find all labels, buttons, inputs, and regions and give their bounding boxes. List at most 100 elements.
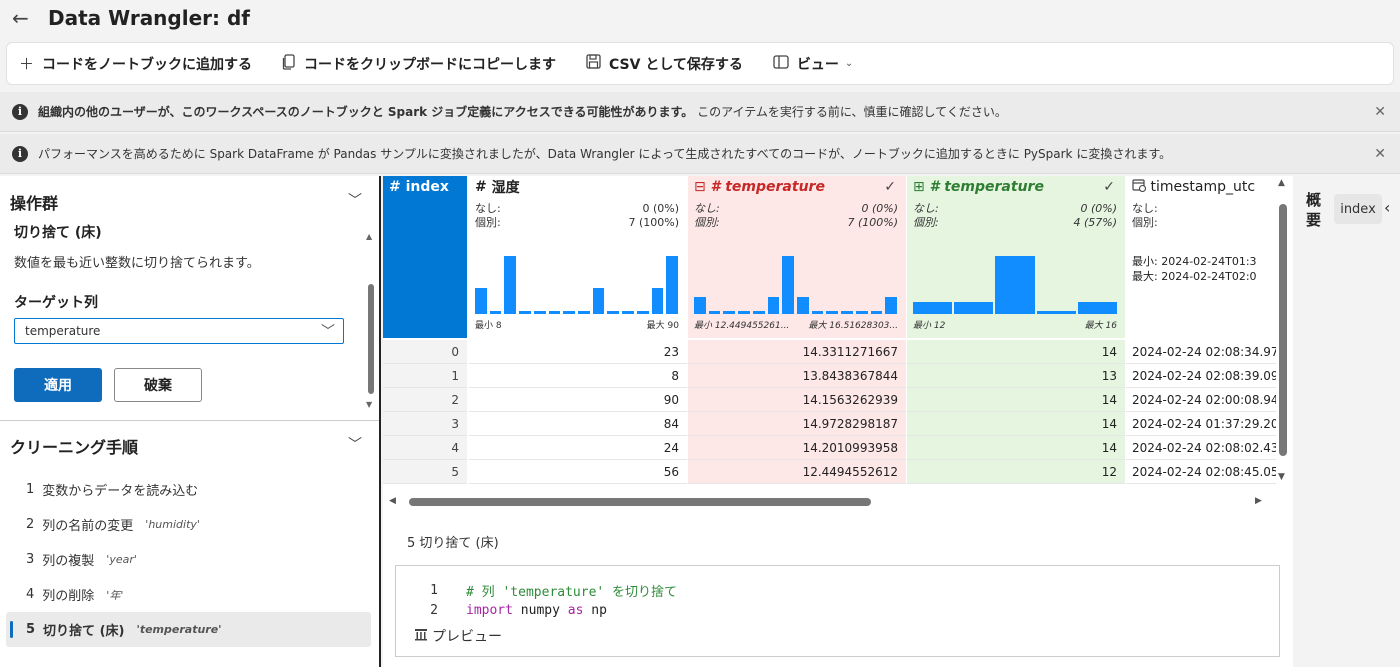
histogram-bar[interactable]	[607, 311, 620, 314]
cleaning-step[interactable]: 4 列の削除 '年'	[0, 577, 379, 612]
histogram-bar[interactable]	[738, 311, 750, 314]
histogram-bar[interactable]	[811, 311, 824, 314]
scroll-right-icon[interactable]: ▶	[1255, 496, 1262, 506]
histogram-bar[interactable]	[797, 296, 809, 314]
add-code-button[interactable]: ＋ コードをノートブックに追加する	[19, 53, 252, 74]
table-cell[interactable]: 56	[469, 460, 687, 484]
histogram-bar[interactable]	[694, 296, 706, 314]
close-icon[interactable]: ✕	[1374, 146, 1386, 162]
table-cell[interactable]: 2024-02-24 02:08:45.057	[1126, 460, 1276, 484]
scrollbar-thumb[interactable]	[409, 498, 871, 506]
apply-button[interactable]: 適用	[14, 368, 102, 402]
table-cell[interactable]: 14.3311271667	[688, 340, 906, 364]
target-column-select[interactable]: temperature ﹀	[14, 318, 344, 344]
histogram-bar[interactable]	[592, 287, 605, 314]
table-cell[interactable]: 12	[907, 460, 1125, 484]
histogram-bar[interactable]	[954, 302, 994, 314]
histogram[interactable]	[913, 252, 1119, 314]
histogram-bar[interactable]	[651, 287, 664, 314]
operations-scrollbar[interactable]: ▲ ▼	[366, 232, 376, 410]
histogram-bar[interactable]	[548, 311, 561, 314]
grid-vertical-scrollbar[interactable]: ▲ ▼	[1276, 178, 1290, 488]
chevron-down-icon[interactable]: ﹀	[348, 190, 362, 210]
histogram-bar[interactable]	[885, 296, 897, 314]
histogram-bar[interactable]	[708, 311, 721, 314]
preview-button[interactable]: プレビュー	[414, 626, 502, 646]
histogram-bar[interactable]	[841, 311, 853, 314]
scroll-up-icon[interactable]: ▲	[366, 232, 372, 241]
table-cell[interactable]: 23	[469, 340, 687, 364]
table-cell[interactable]: 24	[469, 436, 687, 460]
scroll-left-icon[interactable]: ◀	[389, 496, 396, 506]
view-menu-button[interactable]: ビュー ⌄	[773, 54, 853, 74]
histogram-bar[interactable]	[870, 311, 883, 314]
table-cell[interactable]: 14	[907, 340, 1125, 364]
table-cell[interactable]: 0	[383, 340, 467, 364]
histogram-bar[interactable]	[913, 302, 953, 314]
histogram-bar[interactable]	[666, 256, 678, 314]
chevron-down-icon[interactable]: ﹀	[348, 434, 362, 454]
histogram-bar[interactable]	[636, 311, 649, 314]
histogram-bar[interactable]	[1036, 311, 1076, 314]
table-cell[interactable]: 8	[469, 364, 687, 388]
histogram-bar[interactable]	[489, 311, 502, 314]
code-editor[interactable]: 1 # 列 'temperature' を切り捨て 2 import numpy…	[395, 565, 1280, 657]
histogram-bar[interactable]	[995, 256, 1035, 314]
table-cell[interactable]: 84	[469, 412, 687, 436]
table-cell[interactable]: 14.1563262939	[688, 388, 906, 412]
discard-button[interactable]: 破棄	[114, 368, 202, 402]
table-cell[interactable]: 14	[907, 388, 1125, 412]
histogram-bar[interactable]	[622, 311, 634, 314]
table-cell[interactable]: 2024-02-24 01:37:29.201	[1126, 412, 1276, 436]
scroll-down-icon[interactable]: ▼	[366, 400, 372, 409]
column-header-temperature-new[interactable]: ⊞ # temperature ✓	[907, 176, 1125, 198]
cleaning-step[interactable]: 1 変数からデータを読み込む	[0, 472, 379, 507]
column-header-humidity[interactable]: # 湿度	[469, 176, 687, 198]
column-header-temperature-old[interactable]: ⊟ # temperature ✓	[688, 176, 906, 198]
table-cell[interactable]: 14.2010993958	[688, 436, 906, 460]
histogram-bar[interactable]	[782, 256, 794, 314]
grid-horizontal-scrollbar[interactable]: ◀ ▶	[383, 494, 1293, 510]
column-header-index[interactable]: # index	[383, 176, 467, 198]
scroll-down-icon[interactable]: ▼	[1278, 472, 1285, 482]
table-cell[interactable]: 4	[383, 436, 467, 460]
save-csv-button[interactable]: CSV として保存する	[586, 54, 743, 74]
table-cell[interactable]: 5	[383, 460, 467, 484]
cleaning-step-active[interactable]: 5 切り捨て (床) 'temperature'	[6, 612, 371, 647]
table-cell[interactable]: 90	[469, 388, 687, 412]
histogram-bar[interactable]	[504, 256, 517, 314]
table-cell[interactable]: 2024-02-24 02:08:02.430	[1126, 436, 1276, 460]
table-cell[interactable]: 2024-02-24 02:00:08.943	[1126, 388, 1276, 412]
table-cell[interactable]: 2	[383, 388, 467, 412]
histogram[interactable]	[694, 252, 900, 314]
histogram-bar[interactable]	[723, 311, 736, 314]
table-cell[interactable]: 14	[907, 412, 1125, 436]
table-cell[interactable]: 14.9728298187	[688, 412, 906, 436]
table-cell[interactable]: 2024-02-24 02:08:39.090	[1126, 364, 1276, 388]
table-cell[interactable]: 12.4494552612	[688, 460, 906, 484]
table-cell[interactable]: 13.8438367844	[688, 364, 906, 388]
scrollbar-thumb[interactable]	[1279, 204, 1287, 456]
table-cell[interactable]: 2024-02-24 02:08:34.976	[1126, 340, 1276, 364]
table-cell[interactable]: 13	[907, 364, 1125, 388]
histogram-bar[interactable]	[1077, 302, 1117, 314]
histogram-bar[interactable]	[563, 311, 575, 314]
table-cell[interactable]: 3	[383, 412, 467, 436]
chevron-left-icon[interactable]: ‹	[1384, 198, 1390, 217]
histogram-bar[interactable]	[519, 311, 531, 314]
table-cell[interactable]: 14	[907, 436, 1125, 460]
cleaning-step[interactable]: 2 列の名前の変更 'humidity'	[0, 507, 379, 542]
back-arrow-icon[interactable]: ←	[12, 6, 48, 30]
histogram-bar[interactable]	[826, 311, 839, 314]
table-cell[interactable]: 1	[383, 364, 467, 388]
scroll-up-icon[interactable]: ▲	[1278, 178, 1285, 188]
close-icon[interactable]: ✕	[1374, 104, 1386, 120]
histogram-bar[interactable]	[533, 311, 546, 314]
histogram-bar[interactable]	[475, 287, 487, 314]
cleaning-step[interactable]: 3 列の複製 'year'	[0, 542, 379, 577]
histogram-bar[interactable]	[752, 311, 765, 314]
histogram-bar[interactable]	[578, 311, 590, 314]
index-chip[interactable]: index	[1334, 194, 1382, 224]
histogram-bar[interactable]	[855, 311, 868, 314]
histogram-bar[interactable]	[767, 296, 780, 314]
